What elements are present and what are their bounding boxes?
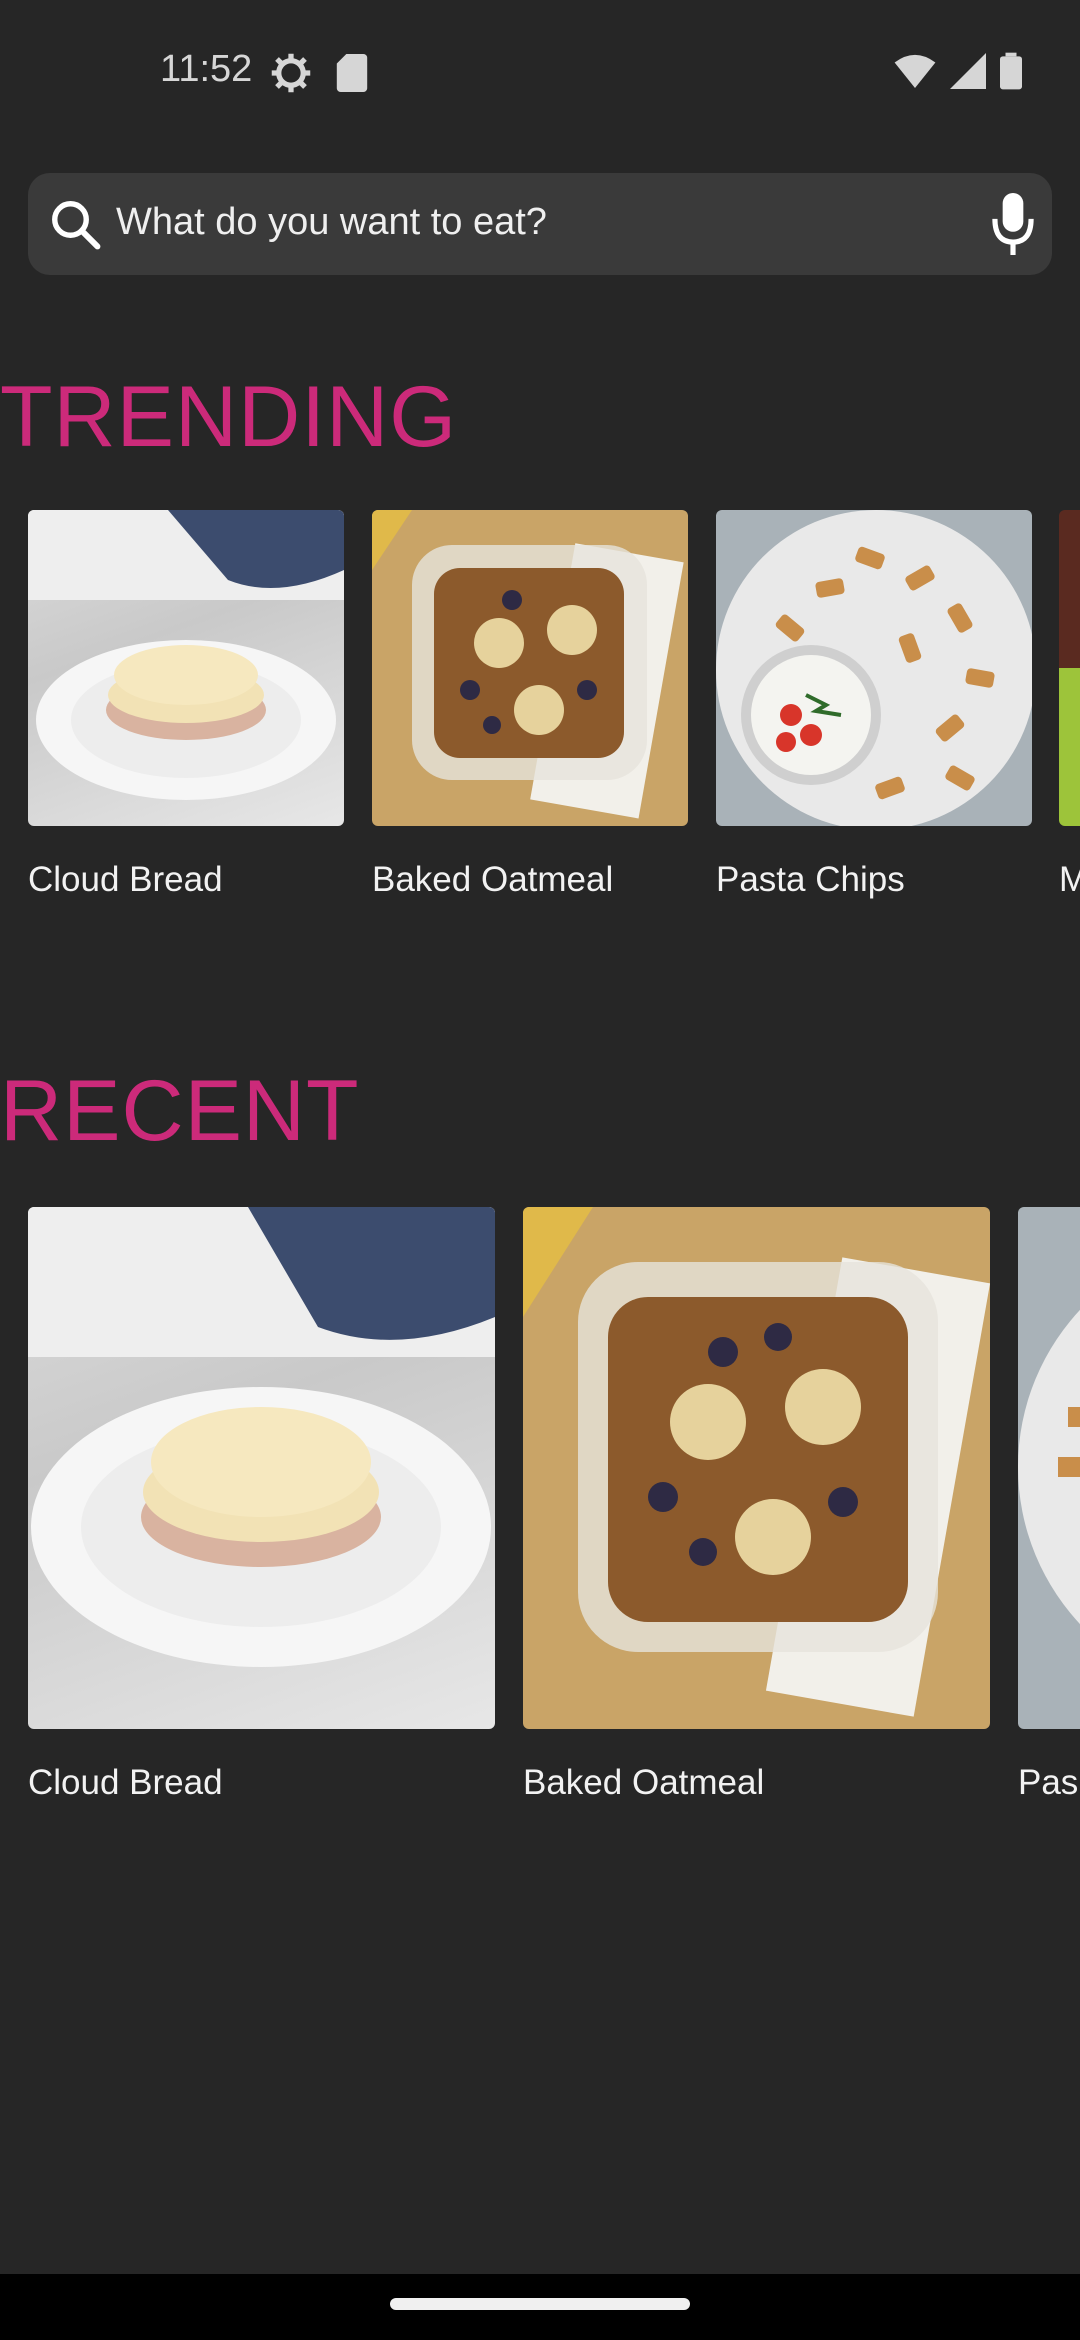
baked-oatmeal-image bbox=[372, 510, 688, 826]
card-label: Baked Oatmeal bbox=[523, 1763, 765, 1802]
baked-oatmeal-image bbox=[523, 1207, 990, 1729]
status-indicators bbox=[894, 52, 1022, 90]
sd-card-icon bbox=[336, 54, 368, 92]
card-label: Cloud Bread bbox=[28, 1763, 223, 1802]
mic-icon[interactable] bbox=[992, 193, 1034, 255]
card-label: Cloud Bread bbox=[28, 860, 223, 899]
wifi-icon bbox=[894, 54, 936, 88]
trending-title: TRENDING bbox=[0, 369, 458, 465]
cloud-bread-image bbox=[28, 1207, 495, 1729]
pasta-chips-image bbox=[1018, 1207, 1080, 1729]
recent-row[interactable]: Cloud Bread Baked Oatmeal Pas bbox=[0, 1207, 1080, 1807]
card-label: Baked Oatmeal bbox=[372, 860, 614, 899]
home-gesture-handle[interactable] bbox=[390, 2298, 690, 2310]
battery-icon bbox=[1000, 52, 1022, 90]
search-input[interactable]: What do you want to eat? bbox=[116, 201, 547, 244]
trending-row[interactable]: Cloud Bread Baked Oatmeal Pasta Chips M bbox=[0, 510, 1080, 910]
card-label: Pas bbox=[1018, 1763, 1079, 1802]
partial-food-image bbox=[1059, 510, 1080, 826]
search-bar[interactable]: What do you want to eat? bbox=[28, 173, 1052, 275]
recent-card-baked-oatmeal[interactable]: Baked Oatmeal bbox=[523, 1207, 990, 1807]
trending-card-cloud-bread[interactable]: Cloud Bread bbox=[28, 510, 344, 910]
recent-card-cloud-bread[interactable]: Cloud Bread bbox=[28, 1207, 495, 1807]
trending-card-partial[interactable]: M bbox=[1059, 510, 1080, 910]
settings-gear-icon bbox=[271, 53, 311, 93]
card-label: M bbox=[1059, 860, 1080, 899]
recent-card-pasta-chips[interactable]: Pas bbox=[1018, 1207, 1080, 1807]
cell-signal-icon bbox=[950, 53, 986, 89]
status-bar: 11:52 bbox=[0, 0, 1080, 140]
status-time: 11:52 bbox=[160, 48, 253, 90]
search-icon[interactable] bbox=[48, 197, 102, 251]
system-nav-bar bbox=[0, 2274, 1080, 2340]
cloud-bread-image bbox=[28, 510, 344, 826]
card-label: Pasta Chips bbox=[716, 860, 905, 899]
pasta-chips-image bbox=[716, 510, 1032, 826]
trending-card-baked-oatmeal[interactable]: Baked Oatmeal bbox=[372, 510, 688, 910]
recent-title: RECENT bbox=[0, 1063, 360, 1159]
trending-card-pasta-chips[interactable]: Pasta Chips bbox=[716, 510, 1032, 910]
